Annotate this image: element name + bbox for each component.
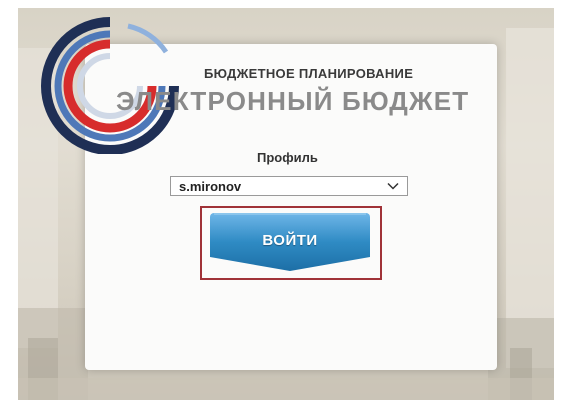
profile-select[interactable]: s.mironov [170, 176, 408, 196]
app-title: ЭЛЕКТРОННЫЙ БЮДЖЕТ [116, 86, 470, 116]
app-subtitle: БЮДЖЕТНОЕ ПЛАНИРОВАНИЕ [204, 66, 414, 81]
budget-logo-icon [41, 17, 179, 154]
login-button-label: ВОЙТИ [262, 232, 318, 249]
profile-label: Профиль [257, 150, 318, 165]
profile-select-value: s.mironov [179, 179, 242, 194]
chevron-down-icon [387, 182, 399, 190]
login-button[interactable]: ВОЙТИ [210, 213, 370, 273]
